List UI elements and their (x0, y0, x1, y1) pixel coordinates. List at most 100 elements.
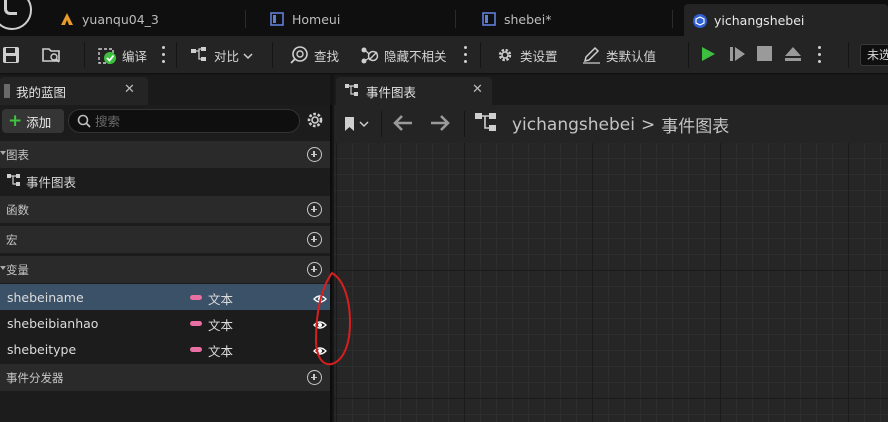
diff-dropdown[interactable]: 对比 (190, 36, 253, 74)
section-functions[interactable]: 函数 (0, 196, 330, 223)
unreal-engine-logo-icon[interactable] (0, 0, 32, 30)
tab-label: yichangshebei (714, 12, 805, 28)
compile-success-icon (98, 46, 116, 64)
stop-button[interactable] (757, 36, 772, 74)
eye-icon[interactable] (313, 292, 327, 303)
section-event-dispatchers[interactable]: 事件分发器 (0, 364, 330, 391)
class-defaults-label: 类默认值 (606, 48, 657, 64)
collapse-arrow-icon (0, 151, 6, 155)
debug-object-selector[interactable]: 未选 (860, 44, 888, 66)
eye-icon[interactable] (313, 318, 327, 329)
tab-yuanqu04-3[interactable]: yuanqu04_3 (60, 4, 159, 34)
section-functions-label: 函数 (6, 202, 29, 217)
find-button[interactable]: 查找 (290, 36, 339, 74)
add-label: 添加 (26, 114, 52, 130)
compile-options-icon[interactable] (162, 46, 166, 64)
frame-skip-icon (729, 46, 747, 65)
variable-row-shebeiname[interactable]: shebeiname 文本 (0, 284, 330, 310)
tab-event-graph[interactable]: 事件图表 ✕ (336, 77, 492, 105)
section-graphs[interactable]: 图表 (0, 141, 330, 168)
my-blueprint-panel: + 添加 图表 事件图表 函数 宏 变量 shebeiname (0, 105, 332, 422)
section-graphs-label: 图表 (6, 147, 29, 162)
toolbar-divider (84, 42, 85, 68)
section-variables-label: 变量 (6, 262, 29, 277)
variable-row-shebeitype[interactable]: shebeitype 文本 (0, 336, 330, 362)
play-options-icon[interactable] (818, 46, 822, 64)
eye-icon[interactable] (313, 344, 327, 355)
variable-type: 文本 (208, 292, 234, 307)
tab-yichangshebei[interactable]: yichangshebei (684, 4, 888, 36)
tab-divider (672, 10, 673, 28)
find-icon (290, 46, 308, 64)
add-graph-icon[interactable] (307, 147, 322, 162)
graph-hierarchy-icon (474, 112, 498, 137)
tab-shebei[interactable]: shebei* (482, 4, 551, 34)
tab-divider (245, 10, 246, 28)
eject-button[interactable] (784, 36, 802, 74)
variable-row-shebeibianhao[interactable]: shebeibianhao 文本 (0, 310, 330, 336)
class-settings-label: 类设置 (520, 48, 558, 64)
search-icon (77, 114, 91, 131)
add-macro-icon[interactable] (307, 232, 322, 247)
variable-name: shebeibianhao (7, 315, 99, 331)
graph-item-label: 事件图表 (26, 175, 77, 190)
save-icon (2, 46, 20, 64)
stop-icon (757, 46, 772, 64)
variable-name: shebeitype (7, 341, 77, 357)
forward-arrow-icon[interactable] (429, 114, 451, 135)
hide-unrelated-options-icon[interactable] (464, 46, 468, 64)
tab-label: Homeui (292, 11, 341, 27)
breadcrumb-current: 事件图表 (661, 117, 730, 137)
bookmark-icon[interactable] (344, 116, 370, 135)
nav-divider (381, 111, 382, 137)
hide-unrelated-button[interactable]: 隐藏不相关 (360, 36, 447, 74)
back-arrow-icon[interactable] (392, 114, 414, 135)
diff-icon (190, 46, 208, 64)
add-function-icon[interactable] (307, 202, 322, 217)
close-icon[interactable]: ✕ (472, 82, 483, 97)
my-blueprint-tab-label: 我的蓝图 (16, 84, 67, 100)
variable-name: shebeiname (7, 289, 84, 305)
frame-skip-button[interactable] (729, 36, 747, 74)
graph-tab-label: 事件图表 (366, 84, 417, 100)
class-settings-button[interactable]: 类设置 (496, 36, 558, 74)
add-event-dispatcher-icon[interactable] (307, 370, 322, 385)
folder-search-icon (42, 46, 60, 64)
toolbar-divider (176, 42, 177, 68)
nav-divider (464, 111, 465, 137)
event-graph-icon (6, 173, 22, 190)
graph-canvas[interactable] (334, 143, 888, 422)
browse-asset-button[interactable] (42, 36, 66, 74)
graph-item-event-graph[interactable]: 事件图表 (6, 172, 76, 191)
search-input[interactable] (95, 113, 285, 129)
search-field[interactable] (68, 109, 300, 133)
close-icon[interactable]: ✕ (124, 82, 135, 97)
section-event-dispatchers-label: 事件分发器 (6, 370, 64, 385)
eject-icon (784, 46, 802, 65)
hide-unrelated-label: 隐藏不相关 (384, 48, 447, 64)
chevron-down-icon (243, 48, 253, 63)
section-variables[interactable]: 变量 (0, 256, 330, 283)
toolbar-divider (848, 42, 849, 68)
breadcrumb-root[interactable]: yichangshebei (512, 115, 635, 135)
tab-label: yuanqu04_3 (82, 11, 159, 27)
class-defaults-button[interactable]: 类默认值 (582, 36, 656, 74)
save-button[interactable] (2, 36, 26, 74)
find-label: 查找 (314, 48, 340, 64)
compile-label: 编译 (122, 48, 148, 64)
play-button[interactable] (700, 36, 716, 74)
add-variable-icon[interactable] (307, 262, 322, 277)
blueprint-class-icon (692, 13, 707, 28)
section-macros[interactable]: 宏 (0, 226, 330, 253)
settings-gear-icon[interactable] (306, 111, 324, 129)
debug-object-label: 未选 (867, 48, 888, 62)
tab-my-blueprint[interactable]: 我的蓝图 ✕ (0, 77, 148, 105)
variable-type: 文本 (208, 318, 234, 333)
play-icon (700, 46, 716, 65)
toolbar-divider (688, 42, 689, 68)
tab-homeui[interactable]: Homeui (270, 4, 340, 34)
section-macros-label: 宏 (6, 232, 18, 247)
add-button[interactable]: + 添加 (2, 109, 64, 133)
compile-button[interactable]: 编译 (98, 36, 147, 74)
gear-icon (496, 46, 514, 64)
